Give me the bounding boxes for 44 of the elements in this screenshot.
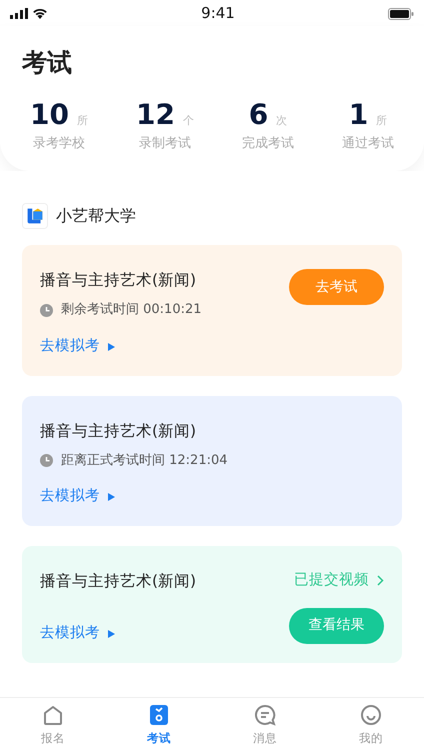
submitted-video-link[interactable]: 已提交视频 [294, 570, 384, 592]
stat-value: 10 [30, 101, 69, 129]
chevron-right-icon [377, 575, 384, 586]
stat-label: 通过考试 [342, 134, 394, 152]
wifi-icon [32, 7, 48, 19]
stat-unit: 次 [276, 113, 288, 129]
mock-exam-link[interactable]: 去模拟考 [40, 623, 196, 645]
play-icon [108, 342, 115, 351]
mock-exam-link[interactable]: 去模拟考 [40, 486, 228, 508]
mock-exam-link[interactable]: 去模拟考 [40, 336, 202, 358]
stat-value: 1 [348, 101, 368, 129]
clock-icon [40, 304, 53, 316]
school-logo-icon [22, 203, 48, 229]
exam-title: 播音与主持艺术(新闻) [40, 270, 198, 291]
tab-item[interactable]: 消息 [237, 704, 293, 754]
exam-title: 播音与主持艺术(新闻) [40, 420, 198, 442]
view-result-button[interactable]: 查看结果 [289, 608, 384, 644]
signal-icon [10, 8, 28, 18]
home-icon [42, 704, 64, 726]
stat-label: 录考学校 [32, 134, 85, 152]
message-icon [254, 704, 276, 726]
stat-unit: 所 [76, 113, 88, 129]
play-icon [108, 630, 115, 638]
page-title: 考试 [22, 50, 73, 75]
tab-item[interactable]: 报名 [25, 704, 81, 754]
stat-label: 录制考试 [138, 134, 191, 152]
tab-item[interactable]: 考试 [131, 704, 187, 754]
play-icon [108, 493, 115, 502]
exam-countdown: 剩余考试时间 00:10:21 [61, 301, 202, 320]
exam-icon [148, 704, 170, 726]
tab-item[interactable]: 我的 [343, 704, 399, 754]
stat-value: 12 [136, 101, 175, 129]
smile-icon [360, 704, 382, 726]
stat-label: 完成考试 [242, 134, 294, 152]
start-exam-button[interactable]: 去考试 [289, 269, 384, 305]
school-name: 小艺帮大学 [56, 205, 136, 227]
exam-title: 播音与主持艺术(新闻) [40, 571, 196, 592]
stat-unit: 所 [376, 113, 388, 129]
clock-icon [40, 454, 53, 467]
exam-countdown: 距离正式考试时间 12:21:04 [61, 452, 228, 470]
stat-value: 6 [248, 101, 268, 129]
battery-icon [388, 8, 414, 20]
stat-unit: 个 [182, 113, 194, 129]
status-time: 9:41 [201, 2, 235, 24]
